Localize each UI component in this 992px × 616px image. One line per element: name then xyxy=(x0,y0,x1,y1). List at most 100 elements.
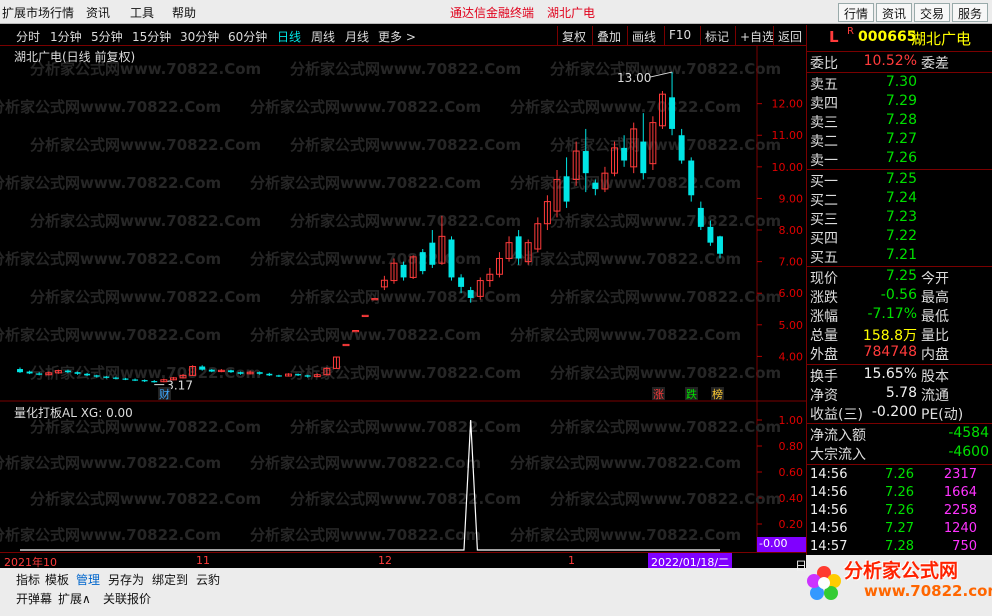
bottom-button-expand[interactable]: 扩展∧ xyxy=(58,590,91,607)
candle-body xyxy=(467,290,474,298)
bid-row: 买四 7.22 xyxy=(807,228,992,247)
tab-more[interactable]: 更多 > xyxy=(378,28,416,45)
candle xyxy=(534,217,542,253)
stat-label: 外盘 xyxy=(810,347,838,363)
tab-5min[interactable]: 5分钟 xyxy=(91,28,123,45)
stat-label: 现价 xyxy=(810,271,838,287)
fundamental-row: 换手 15.65% 股本 xyxy=(807,366,992,385)
bottom-tab-cloud[interactable]: 云豹 xyxy=(196,571,220,588)
fundamental-label: 换手 xyxy=(810,369,838,385)
stat-row: 总量 158.8万 量比 xyxy=(807,325,992,344)
menu-expand-market[interactable]: 扩展市场行情 xyxy=(2,4,74,21)
top-button-news[interactable]: 资讯 xyxy=(876,3,913,22)
tab-intraday[interactable]: 分时 xyxy=(16,28,40,45)
add-watchlist-button[interactable]: +自选 xyxy=(735,26,778,45)
bottom-tab-template[interactable]: 模板 xyxy=(45,571,69,588)
candle-body xyxy=(17,369,23,373)
candle xyxy=(361,314,369,318)
date-label-jan: 1 xyxy=(568,554,575,567)
indicator-y-tick-label: 0.20 xyxy=(779,518,804,531)
tab-monthly[interactable]: 月线 xyxy=(345,28,369,45)
ask-row: 卖四 7.29 xyxy=(807,93,992,112)
indicator-y-tick-label: 0.40 xyxy=(779,492,804,505)
weibi-label: 委比 xyxy=(810,56,838,72)
candlestick-chart[interactable]: 分析家公式网www.70822.Com 分析家公式网www.70822.Com 分析… xyxy=(0,46,806,402)
overlay-button[interactable]: 叠加 xyxy=(592,26,625,45)
ask-price: 7.26 xyxy=(885,150,917,166)
tab-weekly[interactable]: 周线 xyxy=(311,28,335,45)
watermark-text: 分析家公式网www.70822.Com xyxy=(0,174,221,192)
stat-label: 涨跌 xyxy=(810,290,838,306)
limit-up-badge: 涨 xyxy=(652,387,665,401)
top-button-quote[interactable]: 行情 xyxy=(838,3,875,22)
y-tick-label: 8.00 xyxy=(779,224,804,237)
menu-tools[interactable]: 工具 xyxy=(130,4,154,21)
menu-help[interactable]: 帮助 xyxy=(172,4,196,21)
draw-line-button[interactable]: 画线 xyxy=(627,26,660,45)
candle-body xyxy=(697,207,704,227)
candle xyxy=(419,248,426,275)
finance-badge-text: 财 xyxy=(159,387,170,401)
stat-row: 涨幅 -7.17% 最低 xyxy=(807,306,992,325)
bottom-tab-manage[interactable]: 管理 xyxy=(76,571,100,588)
stat-label-right: 最高 xyxy=(921,290,949,306)
fundamental-label-right: PE(动) xyxy=(921,407,964,423)
tick-volume: 2258 xyxy=(943,503,977,518)
stat-label-right: 量比 xyxy=(921,328,949,344)
bid-row: 买二 7.24 xyxy=(807,190,992,209)
tab-daily[interactable]: 日线 xyxy=(277,28,301,45)
y-tick-label: 12.00 xyxy=(772,98,804,111)
candle xyxy=(275,374,282,377)
candle-body xyxy=(93,375,100,377)
candle-body xyxy=(688,160,695,196)
tab-60min[interactable]: 60分钟 xyxy=(228,28,267,45)
candle-body xyxy=(717,236,723,254)
mark-button[interactable]: 标记 xyxy=(700,26,733,45)
stat-value: 158.8万 xyxy=(862,328,917,344)
bid-label: 买四 xyxy=(810,231,838,247)
bid-label: 买一 xyxy=(810,174,838,190)
bottom-button-danmu[interactable]: 开弹幕 xyxy=(16,590,52,607)
stat-value: 7.25 xyxy=(885,268,917,284)
bid-label: 买二 xyxy=(810,193,838,209)
f10-button[interactable]: F10 xyxy=(664,26,695,45)
indicator-y-tick-label: 1.00 xyxy=(779,414,804,427)
tick-price: 7.27 xyxy=(885,521,914,536)
watermark-text: 分析家公式网www.70822.Com xyxy=(510,526,741,544)
watermark-text: 分析家公式网www.70822.Com xyxy=(0,326,221,344)
bottom-tab-indicator[interactable]: 指标 xyxy=(16,571,40,588)
watermark-text: 分析家公式网www.70822.Com xyxy=(250,454,481,472)
bottom-tab-bind-to[interactable]: 绑定到 xyxy=(152,571,188,588)
watermark-text: 分析家公式网www.70822.Com xyxy=(550,288,781,306)
candle xyxy=(495,252,503,278)
limit-up-badge-text: 涨 xyxy=(653,388,664,401)
bid-price: 7.23 xyxy=(885,209,917,225)
menu-news[interactable]: 资讯 xyxy=(86,4,110,21)
y-tick-label: 5.00 xyxy=(779,319,804,332)
bottom-tab-save-as[interactable]: 另存为 xyxy=(108,571,144,588)
adjust-button[interactable]: 复权 xyxy=(557,26,590,45)
back-button[interactable]: 返回 xyxy=(773,26,806,45)
tab-1min[interactable]: 1分钟 xyxy=(50,28,82,45)
watermark-text: 分析家公式网www.70822.Com xyxy=(290,418,521,436)
tab-15min[interactable]: 15分钟 xyxy=(132,28,171,45)
ask-label: 卖一 xyxy=(810,153,838,169)
tab-30min[interactable]: 30分钟 xyxy=(180,28,219,45)
top-button-trade[interactable]: 交易 xyxy=(914,3,951,22)
candle-body xyxy=(208,369,215,372)
bottom-button-related-quote[interactable]: 关联报价 xyxy=(103,590,151,607)
top-button-service[interactable]: 服务 xyxy=(952,3,989,22)
bid-price: 7.25 xyxy=(885,171,917,187)
fundamental-row: 收益(三) -0.200 PE(动) xyxy=(807,404,992,423)
candle-body xyxy=(563,176,570,202)
watermark-text: 分析家公式网www.70822.Com xyxy=(30,136,261,154)
watermark-text: 分析家公式网www.70822.Com xyxy=(290,364,521,382)
watermark-text: 分析家公式网www.70822.Com xyxy=(250,174,481,192)
ask-price: 7.30 xyxy=(885,74,917,90)
watermark-text: 分析家公式网www.70822.Com xyxy=(290,136,521,154)
watermark-text: 分析家公式网www.70822.Com xyxy=(550,212,781,230)
indicator-chart[interactable]: 0.000.200.400.600.801.00分析家公式网www.70822.… xyxy=(0,402,806,552)
cursor-date: 2022/01/18/二 xyxy=(648,553,733,569)
candle-body xyxy=(669,97,676,129)
candle-body xyxy=(707,226,714,243)
